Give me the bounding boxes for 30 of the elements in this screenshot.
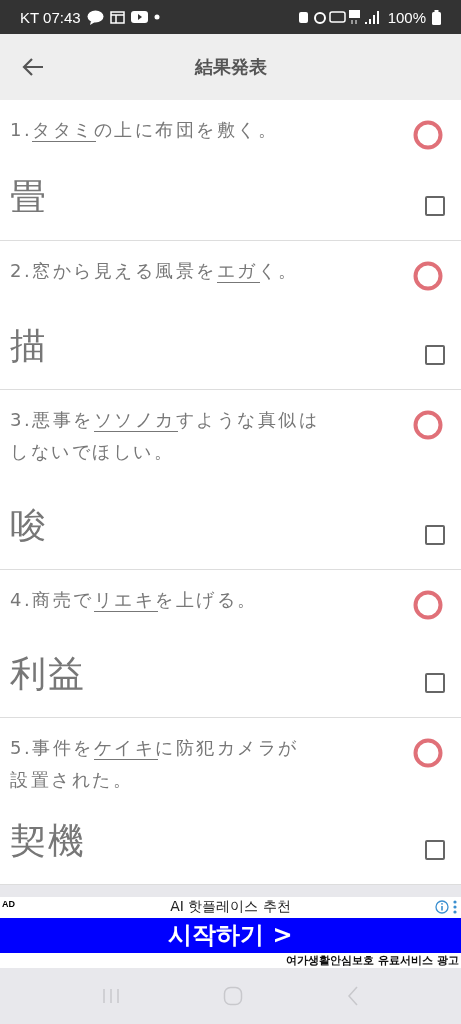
checkbox[interactable] <box>425 525 445 545</box>
ad-start-button[interactable]: 시작하기 > <box>0 917 461 953</box>
ad-title: AI 핫플레이스 추천 <box>170 898 291 917</box>
answer-text: 描 <box>10 324 49 368</box>
answer-text: 畳 <box>10 175 49 219</box>
carrier-time: KT 07:43 <box>20 8 81 26</box>
question-text: 4.商売で リエキ を上げる。 <box>10 588 259 614</box>
checkbox[interactable] <box>425 673 445 693</box>
answer-text: 契機 <box>10 819 87 863</box>
battery-icon <box>432 9 441 25</box>
battery-percent: 100% <box>387 8 426 26</box>
question-text: 2.窓から見える風景を エガ く。 <box>10 259 300 285</box>
checkbox[interactable] <box>425 345 445 365</box>
checkbox[interactable] <box>425 840 445 860</box>
answer-text: 利益 <box>10 652 87 696</box>
question-text: 3.悪事を ソソノカ すような真似は しないでほしい。 <box>10 408 321 464</box>
question-text: 5.事件をケイキ に防犯カメラが 設置された。 <box>10 736 300 792</box>
play-icon <box>130 11 148 23</box>
more-icon[interactable] <box>453 900 457 914</box>
ad-disclaimer: 여가생활안심보호 유료서비스 광고 <box>286 953 459 968</box>
ad-label: AD <box>2 899 15 909</box>
checkbox[interactable] <box>425 196 445 216</box>
info-icon[interactable] <box>435 900 449 914</box>
question-text: 1.タタミ の上に布団を敷く。 <box>10 118 280 144</box>
answer-text: 唆 <box>10 504 49 548</box>
back-button[interactable] <box>20 56 46 78</box>
screen-title: 結果発表 <box>193 55 268 79</box>
chat-bubble-icon <box>86 9 104 25</box>
window-icon <box>109 10 125 24</box>
dot-icon <box>153 14 160 20</box>
